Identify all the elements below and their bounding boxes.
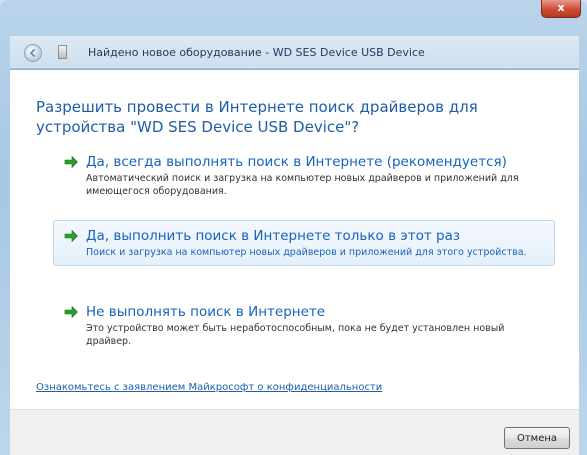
option-do-not-search[interactable]: Не выполнять поиск в Интернете Это устро… [53,296,555,355]
window-title: Найдено новое оборудование - WD SES Devi… [88,46,425,59]
option-title: Да, всегда выполнять поиск в Интернете (… [86,154,507,170]
privacy-statement-link[interactable]: Ознакомьтесь с заявлением Майкрософт о к… [36,382,382,393]
option-description: Это устройство может быть неработоспособ… [86,323,505,347]
option-search-once[interactable]: Да, выполнить поиск в Интернете только в… [53,220,555,266]
page-heading: Разрешить провести в Интернете поиск дра… [36,98,478,136]
navigation-bar: Найдено новое оборудование - WD SES Devi… [10,36,579,69]
option-description: Поиск и загрузка на компьютер новых драй… [86,247,527,258]
green-arrow-icon [64,156,78,168]
device-icon [58,45,67,59]
button-bar: Отмена [10,409,579,455]
close-icon: x [557,1,565,14]
title-bar[interactable]: x [0,0,587,36]
green-arrow-icon [64,230,78,242]
option-title: Не выполнять поиск в Интернете [86,304,326,320]
option-description: Автоматический поиск и загрузка на компь… [86,173,519,197]
green-arrow-icon [64,306,78,318]
close-button[interactable]: x [541,0,581,18]
cancel-button[interactable]: Отмена [504,427,570,449]
option-always-search[interactable]: Да, всегда выполнять поиск в Интернете (… [53,146,555,205]
back-arrow-icon [29,48,36,58]
option-title: Да, выполнить поиск в Интернете только в… [86,228,461,244]
wizard-window: x Найдено новое оборудование - WD SES De… [0,0,587,455]
content-panel: Разрешить провести в Интернете поиск дра… [10,69,579,410]
back-button[interactable] [24,44,42,62]
